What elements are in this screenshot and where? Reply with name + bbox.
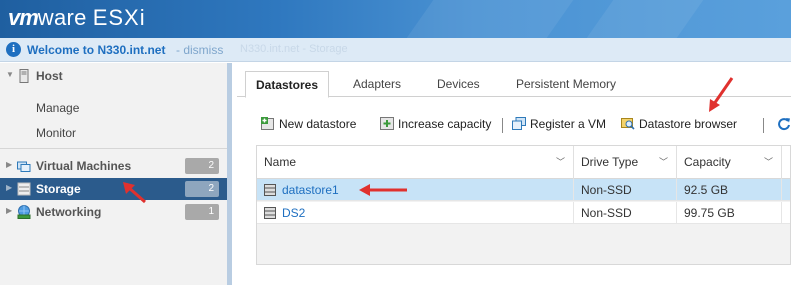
server-icon (17, 69, 31, 83)
datastore-name[interactable]: DS2 (282, 206, 305, 220)
sidebar-item-manage[interactable]: Manage (36, 101, 79, 115)
tab-bar: Datastores Adapters Devices Persistent M… (237, 71, 791, 98)
drive-type-cell: Non-SSD (574, 202, 677, 224)
sidebar-item-virtual-machines[interactable]: ▶ Virtual Machines 2 (0, 155, 227, 177)
sidebar-item-networking[interactable]: ▶ Networking 1 (0, 201, 227, 223)
vmware-esxi-logo: vmware ESXi (8, 5, 146, 30)
new-datastore-button[interactable]: New datastore (261, 117, 356, 131)
network-icon (17, 205, 31, 219)
increase-capacity-label: Increase capacity (398, 117, 492, 131)
toolbar-separator (502, 118, 503, 133)
expand-right-icon[interactable]: ▶ (6, 206, 12, 215)
chevron-down-icon[interactable]: ﹀ (764, 146, 773, 179)
column-header-drive-type[interactable]: Drive Type ﹀ (574, 146, 677, 179)
app-header: vmware ESXi (0, 0, 791, 38)
datastore-icon (264, 204, 276, 219)
column-label: Name (264, 155, 297, 169)
window-title-overlay: N330.int.net - Storage (240, 43, 348, 55)
count-badge: 2 (185, 158, 219, 174)
new-datastore-icon (261, 117, 275, 130)
vm-icon (17, 159, 31, 173)
datastore-name[interactable]: datastore1 (282, 183, 339, 197)
sidebar-item-monitor[interactable]: Monitor (36, 126, 76, 140)
expand-right-icon[interactable]: ▶ (6, 160, 12, 169)
expand-down-icon[interactable]: ▼ (6, 70, 14, 79)
sidebar-divider (0, 148, 227, 149)
column-header-capacity[interactable]: Capacity ﹀ (677, 146, 782, 179)
count-badge: 2 (185, 181, 219, 197)
sidebar-item-storage[interactable]: ▶ Storage 2 (0, 178, 227, 200)
expand-right-icon[interactable]: ▶ (6, 183, 12, 192)
new-datastore-label: New datastore (279, 117, 357, 131)
refresh-icon (778, 118, 790, 131)
sidebar-item-label: Virtual Machines (36, 159, 132, 173)
tab-persistent-memory[interactable]: Persistent Memory (506, 71, 626, 97)
sidebar-item-label: Networking (36, 205, 102, 219)
register-vm-icon (512, 117, 526, 130)
chevron-down-icon[interactable]: ﹀ (659, 146, 668, 179)
datastore-browser-label: Datastore browser (639, 117, 738, 131)
dismiss-link[interactable]: - dismiss (176, 43, 223, 57)
datastore-toolbar: New datastore Increase capacity Register… (237, 115, 791, 135)
toolbar-separator (763, 118, 764, 133)
storage-icon (17, 182, 31, 196)
increase-capacity-button[interactable]: Increase capacity (380, 117, 491, 131)
capacity-cell: 99.75 GB (677, 202, 782, 224)
sidebar-item-label: Host (36, 69, 63, 83)
table-header: Name ﹀ Drive Type ﹀ Capacity ﹀ (257, 146, 790, 179)
datastore-browser-button[interactable]: Datastore browser (621, 117, 737, 131)
notification-bar: i Welcome to N330.int.net - dismiss N330… (0, 38, 791, 62)
column-label: Capacity (684, 155, 731, 169)
datastore-name-cell[interactable]: DS2 (257, 202, 574, 224)
chevron-down-icon[interactable]: ﹀ (556, 146, 565, 179)
register-vm-button[interactable]: Register a VM (512, 117, 606, 131)
drive-type-cell: Non-SSD (574, 179, 677, 201)
sidebar-item-host[interactable]: ▼ Host (0, 65, 227, 87)
tab-adapters[interactable]: Adapters (343, 71, 411, 97)
datastore-table: Name ﹀ Drive Type ﹀ Capacity ﹀ datastore… (256, 145, 791, 265)
datastore-browser-icon (621, 117, 635, 130)
register-vm-label: Register a VM (530, 117, 607, 131)
refresh-button[interactable] (777, 117, 791, 134)
main-content: Datastores Adapters Devices Persistent M… (237, 63, 791, 285)
table-row[interactable]: datastore1 Non-SSD 92.5 GB (257, 179, 790, 201)
column-label: Drive Type (581, 155, 639, 169)
tab-devices[interactable]: Devices (427, 71, 490, 97)
datastore-name-cell[interactable]: datastore1 (257, 179, 574, 201)
navigator-sidebar: ▼ Host Manage Monitor ▶ Virtual Machines… (0, 63, 232, 285)
table-row[interactable]: DS2 Non-SSD 99.75 GB (257, 202, 790, 224)
info-icon: i (6, 42, 21, 57)
capacity-cell: 92.5 GB (677, 179, 782, 201)
datastore-icon (264, 181, 276, 196)
welcome-message: Welcome to N330.int.net (27, 43, 166, 57)
increase-capacity-icon (380, 117, 394, 130)
column-header-name[interactable]: Name ﹀ (257, 146, 574, 179)
sidebar-item-label: Storage (36, 182, 81, 196)
esxi-host-client: vmware ESXi i Welcome to N330.int.net - d… (0, 0, 791, 285)
count-badge: 1 (185, 204, 219, 220)
tab-datastores[interactable]: Datastores (245, 71, 330, 98)
header-decoration (586, 0, 704, 38)
header-decoration (406, 0, 574, 38)
